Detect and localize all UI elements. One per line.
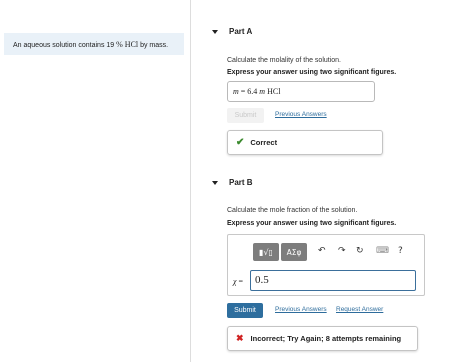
answer-label: χ =: [233, 277, 243, 286]
problem-math: % HCl: [116, 40, 139, 49]
redo-icon[interactable]: ↷: [338, 246, 346, 256]
part-b-previous-answers-link[interactable]: Previous Answers: [275, 306, 327, 313]
answer-eq: =: [240, 87, 246, 96]
part-a-feedback: ✔ Correct: [227, 130, 383, 155]
part-a-instruction: Express your answer using two significan…: [227, 69, 397, 76]
part-b-feedback-text: Incorrect; Try Again; 8 attempts remaini…: [250, 334, 402, 343]
problem-statement: An aqueous solution contains 19 % HCl by…: [4, 33, 184, 55]
caret-down-icon: [212, 180, 218, 185]
keyboard-icon[interactable]: ⌨: [376, 246, 389, 256]
part-a-feedback-text: Correct: [250, 138, 278, 147]
column-divider: [190, 0, 191, 362]
part-b-feedback: ✖ Incorrect; Try Again; 8 attempts remai…: [227, 326, 418, 351]
part-b-request-answer-link[interactable]: Request Answer: [336, 306, 383, 313]
answer-unit-m: m: [259, 87, 266, 96]
part-b-answer-panel: ▮√▯ ΑΣφ ↶ ↷ ↻ ⌨ ? χ = 0.5: [227, 234, 425, 296]
part-a-submit-button[interactable]: Submit: [227, 108, 264, 123]
part-b-title: Part B: [229, 178, 253, 187]
problem-text-after: by mass.: [140, 42, 169, 49]
answer-eq: =: [238, 277, 244, 286]
answer-var: m: [233, 87, 239, 96]
answer-var: χ: [233, 277, 237, 286]
part-b-answer-input[interactable]: 0.5: [250, 270, 416, 291]
part-b-question: Calculate the mole fraction of the solut…: [227, 207, 358, 214]
part-a-title: Part A: [229, 27, 253, 36]
x-mark-icon: ✖: [236, 333, 244, 343]
part-a-answer-field[interactable]: m = 6.4 m HCl: [227, 81, 375, 102]
part-b-submit-button[interactable]: Submit: [227, 303, 263, 318]
part-a-question: Calculate the molality of the solution.: [227, 57, 342, 64]
part-b-header[interactable]: Part B: [212, 178, 253, 187]
page: An aqueous solution contains 19 % HCl by…: [0, 0, 474, 362]
templates-button[interactable]: ▮√▯: [253, 243, 279, 261]
undo-icon[interactable]: ↶: [318, 246, 326, 256]
help-icon[interactable]: ?: [398, 246, 403, 256]
symbols-button[interactable]: ΑΣφ: [281, 243, 307, 261]
answer-value: 6.4: [247, 87, 258, 96]
part-b-instruction: Express your answer using two significan…: [227, 220, 397, 227]
answer-unit-hcl: HCl: [267, 87, 281, 96]
problem-text-before: An aqueous solution contains 19: [13, 42, 115, 49]
part-a-previous-answers-link[interactable]: Previous Answers: [275, 111, 327, 118]
reset-icon[interactable]: ↻: [356, 246, 364, 256]
part-a-header[interactable]: Part A: [212, 27, 252, 36]
math-toolbar: ▮√▯ ΑΣφ: [253, 243, 309, 261]
checkmark-icon: ✔: [236, 137, 245, 148]
caret-down-icon: [212, 29, 218, 34]
